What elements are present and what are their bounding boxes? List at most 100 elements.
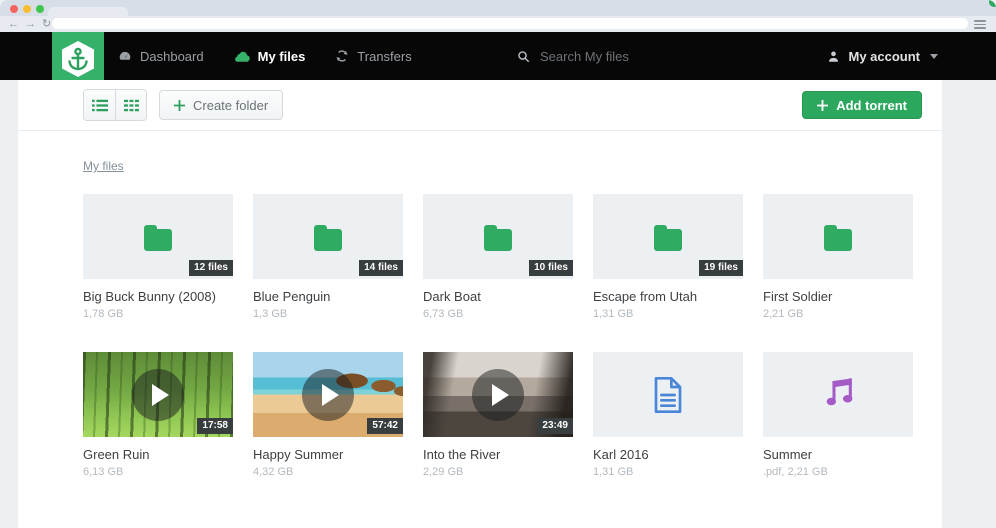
- file-thumbnail: 19 files: [593, 194, 743, 279]
- browser-toolbar: ← → ↻: [0, 16, 996, 32]
- file-thumbnail: [763, 194, 913, 279]
- window-close-button[interactable]: [10, 5, 18, 13]
- file-size: .pdf, 2,21 GB: [763, 466, 913, 478]
- file-card[interactable]: 19 files Escape from Utah 1,31 GB: [593, 194, 743, 320]
- folder-icon: [140, 222, 176, 252]
- folder-icon: [820, 222, 856, 252]
- grid-view-button[interactable]: [115, 90, 146, 120]
- file-size: 1,31 GB: [593, 308, 743, 320]
- add-torrent-label: Add torrent: [836, 98, 907, 113]
- file-size: 1,31 GB: [593, 466, 743, 478]
- user-icon: [827, 50, 840, 63]
- nav-item-my-files[interactable]: My files: [234, 49, 306, 64]
- sync-icon: [335, 49, 349, 63]
- file-count-badge: 10 files: [529, 260, 573, 276]
- files-toolbar: Create folder Add torrent: [18, 80, 942, 131]
- folder-icon: [650, 222, 686, 252]
- app-navbar: Dashboard My files Transfers: [0, 32, 996, 80]
- account-menu[interactable]: My account: [827, 32, 938, 80]
- file-thumbnail: [763, 352, 913, 437]
- document-icon: [652, 376, 684, 414]
- duration-badge: 57:42: [367, 418, 403, 434]
- view-toggle-group: [83, 89, 147, 121]
- file-card[interactable]: 23:49 Into the River 2,29 GB: [423, 352, 573, 478]
- browser-tab[interactable]: [48, 7, 128, 16]
- search-icon: [517, 50, 530, 63]
- file-card[interactable]: 14 files Blue Penguin 1,3 GB: [253, 194, 403, 320]
- nav-label-dashboard: Dashboard: [140, 49, 204, 64]
- folder-icon: [480, 222, 516, 252]
- browser-titlebar: [0, 0, 996, 16]
- file-name: Blue Penguin: [253, 289, 403, 304]
- play-icon[interactable]: [302, 369, 354, 421]
- create-folder-button[interactable]: Create folder: [159, 90, 283, 120]
- file-card[interactable]: First Soldier 2,21 GB: [763, 194, 913, 320]
- file-name: Big Buck Bunny (2008): [83, 289, 233, 304]
- browser-refresh-icon[interactable]: ↻: [42, 19, 51, 30]
- file-count-badge: 19 files: [699, 260, 743, 276]
- account-label: My account: [848, 49, 920, 64]
- window-minimize-button[interactable]: [23, 5, 31, 13]
- file-size: 1,3 GB: [253, 308, 403, 320]
- browser-menu-icon[interactable]: [974, 20, 986, 29]
- putio-logo[interactable]: [52, 32, 104, 87]
- plus-icon: [174, 100, 185, 111]
- file-thumbnail: 23:49: [423, 352, 573, 437]
- nav-item-dashboard[interactable]: Dashboard: [118, 49, 204, 64]
- list-view-icon: [92, 99, 108, 112]
- music-note-icon: [820, 377, 856, 413]
- file-name: Escape from Utah: [593, 289, 743, 304]
- folder-icon: [310, 222, 346, 252]
- file-grid: 12 files Big Buck Bunny (2008) 1,78 GB: [83, 194, 922, 478]
- browser-forward-icon[interactable]: →: [25, 19, 36, 30]
- main-panel: Create folder Add torrent My files: [18, 80, 942, 528]
- file-size: 6,13 GB: [83, 466, 233, 478]
- search-input[interactable]: [540, 49, 760, 64]
- gauge-icon: [118, 49, 132, 63]
- file-card[interactable]: 10 files Dark Boat 6,73 GB: [423, 194, 573, 320]
- play-icon[interactable]: [472, 369, 524, 421]
- file-name: Into the River: [423, 447, 573, 462]
- chevron-down-icon: [930, 54, 938, 59]
- duration-badge: 17:58: [197, 418, 233, 434]
- file-name: First Soldier: [763, 289, 913, 304]
- duration-badge: 23:49: [537, 418, 573, 434]
- breadcrumb[interactable]: My files: [83, 159, 124, 173]
- file-card[interactable]: 57:42 Happy Summer 4,32 GB: [253, 352, 403, 478]
- file-card[interactable]: Summer .pdf, 2,21 GB: [763, 352, 913, 478]
- nav-label-transfers: Transfers: [357, 49, 411, 64]
- file-thumbnail: 10 files: [423, 194, 573, 279]
- nav-label-my-files: My files: [258, 49, 306, 64]
- file-thumbnail: 17:58: [83, 352, 233, 437]
- file-name: Summer: [763, 447, 913, 462]
- file-name: Karl 2016: [593, 447, 743, 462]
- file-size: 1,78 GB: [83, 308, 233, 320]
- navbar-search: [517, 32, 760, 80]
- browser-back-icon[interactable]: ←: [8, 19, 19, 30]
- url-bar[interactable]: [52, 18, 968, 29]
- corner-green-dot: [989, 0, 996, 7]
- list-view-button[interactable]: [84, 90, 115, 120]
- file-size: 2,21 GB: [763, 308, 913, 320]
- cloud-icon: [234, 50, 250, 62]
- files-section: My files 12 files: [18, 131, 942, 478]
- browser-chrome: ← → ↻: [0, 0, 996, 32]
- plus-icon: [817, 100, 828, 111]
- play-icon[interactable]: [132, 369, 184, 421]
- file-size: 6,73 GB: [423, 308, 573, 320]
- file-count-badge: 14 files: [359, 260, 403, 276]
- file-name: Dark Boat: [423, 289, 573, 304]
- window-zoom-button[interactable]: [36, 5, 44, 13]
- file-thumbnail: [593, 352, 743, 437]
- file-size: 4,32 GB: [253, 466, 403, 478]
- file-thumbnail: 57:42: [253, 352, 403, 437]
- file-thumbnail: 12 files: [83, 194, 233, 279]
- nav-item-transfers[interactable]: Transfers: [335, 49, 411, 64]
- file-card[interactable]: 17:58 Green Ruin 6,13 GB: [83, 352, 233, 478]
- file-card[interactable]: 12 files Big Buck Bunny (2008) 1,78 GB: [83, 194, 233, 320]
- add-torrent-button[interactable]: Add torrent: [802, 91, 922, 119]
- file-size: 2,29 GB: [423, 466, 573, 478]
- create-folder-label: Create folder: [193, 98, 268, 113]
- anchor-icon: [61, 40, 95, 78]
- file-card[interactable]: Karl 2016 1,31 GB: [593, 352, 743, 478]
